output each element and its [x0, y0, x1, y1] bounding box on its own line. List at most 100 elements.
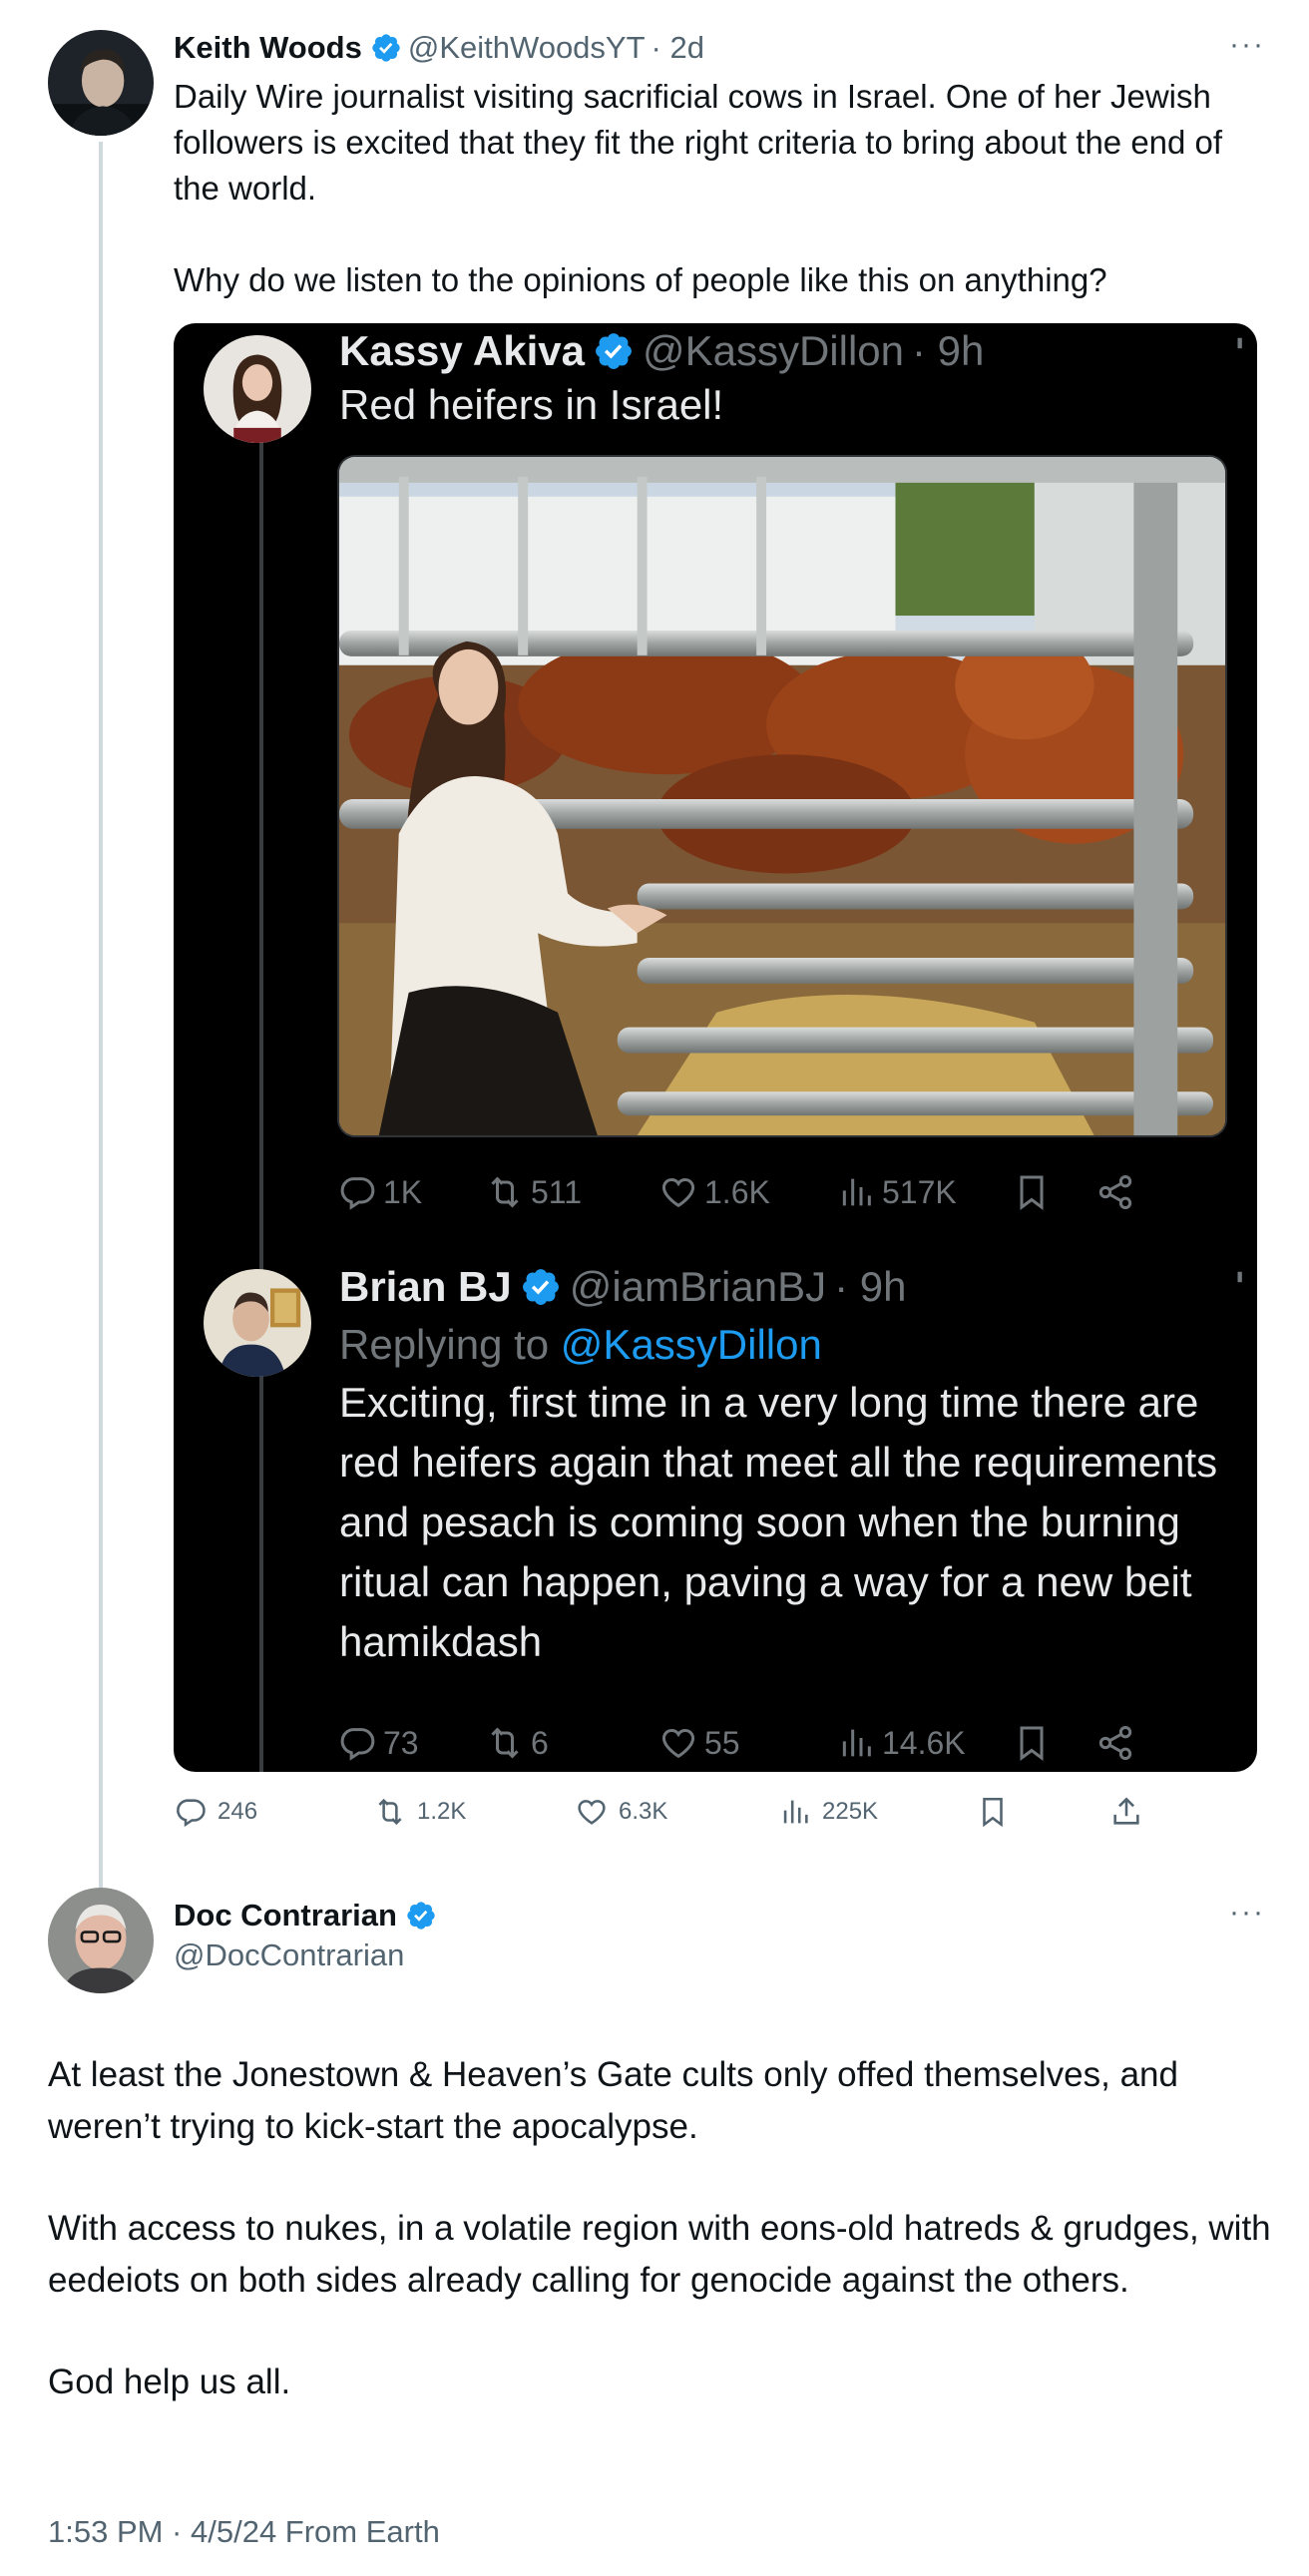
- replying-prefix: Replying to: [339, 1321, 561, 1368]
- avatar-image: [204, 335, 311, 443]
- replying-to-line: Replying to @KassyDillon: [339, 1315, 1237, 1375]
- share-action: [1095, 1167, 1141, 1217]
- views-count: 225K: [822, 1798, 879, 1825]
- like-count: 55: [704, 1724, 740, 1761]
- author-name: Brian BJ: [339, 1263, 512, 1310]
- reply-icon: [340, 1728, 375, 1761]
- views-icon: [842, 1729, 871, 1757]
- repost-icon: [491, 1176, 519, 1208]
- reply-icon: [177, 1799, 206, 1828]
- tweet-text-paragraph: Why do we listen to the opinions of peop…: [174, 261, 1107, 298]
- embedded-tweet-header: Kassy Akiva @KassyDillon · 9h: [339, 323, 984, 379]
- repost-icon: [378, 1798, 402, 1826]
- tweet-text-paragraph: Daily Wire journalist visiting sacrifici…: [174, 78, 1223, 207]
- more-icon: ···: [1220, 1267, 1257, 1277]
- share-icon: [1098, 1175, 1132, 1209]
- red-heifers-photo: [337, 455, 1227, 1137]
- avatar-kassy-akiva: [204, 335, 311, 443]
- thread-connector-line: [99, 142, 103, 1888]
- bookmark-action: [1012, 1718, 1058, 1768]
- verified-badge-icon: [593, 330, 635, 372]
- repost-action: 511: [485, 1167, 582, 1217]
- embedded-tweet-text: Red heifers in Israel!: [339, 381, 724, 428]
- avatar-image: [48, 30, 154, 136]
- author-handle: @iamBrianBJ: [569, 1263, 827, 1310]
- share-action: [1095, 1718, 1141, 1768]
- tweet-text-paragraph: God help us all.: [48, 2362, 291, 2401]
- like-icon: [578, 1800, 606, 1825]
- author-handle: @KassyDillon: [642, 327, 905, 374]
- repost-action: 6: [485, 1718, 549, 1768]
- author-name: Kassy Akiva: [339, 327, 585, 374]
- reply-action: 1K: [337, 1167, 422, 1217]
- tweet-header: Keith Woods @KeithWoodsYT · 2d: [174, 28, 704, 68]
- photo-image: [339, 457, 1225, 1135]
- post-time: · 9h: [834, 1263, 907, 1310]
- views-icon: [842, 1178, 871, 1206]
- more-icon[interactable]: ···: [1229, 28, 1265, 62]
- author-handle[interactable]: @DocContrarian: [174, 1937, 404, 1973]
- avatar-doc-contrarian[interactable]: [48, 1888, 154, 1993]
- repost-icon: [491, 1727, 519, 1759]
- reply-icon: [340, 1177, 375, 1210]
- author-name[interactable]: Doc Contrarian: [174, 1898, 397, 1933]
- verified-badge-icon: [370, 32, 402, 64]
- tweet-text: Daily Wire journalist visiting sacrifici…: [174, 74, 1251, 303]
- reply-action: 73: [337, 1718, 419, 1768]
- post-time: · 9h: [912, 327, 985, 374]
- views-action: 14.6K: [836, 1718, 966, 1768]
- embedded-thread-line: [259, 441, 263, 1772]
- repost-count: 511: [531, 1173, 583, 1210]
- verified-badge-icon: [520, 1266, 562, 1308]
- author-name[interactable]: Keith Woods: [174, 30, 362, 66]
- like-button[interactable]: 6.3K: [575, 1790, 667, 1834]
- like-icon: [661, 1728, 695, 1759]
- bookmark-action: [1012, 1167, 1058, 1217]
- views-icon: [783, 1800, 808, 1824]
- bookmark-button[interactable]: [976, 1790, 1020, 1834]
- reply-author-row: Doc Contrarian: [174, 1896, 437, 1935]
- embedded-action-bar: 1K 511 1.6K 517K: [337, 1167, 1195, 1217]
- bookmark-icon: [1020, 1726, 1044, 1761]
- like-action: 1.6K: [658, 1167, 770, 1217]
- embedded-action-bar: 73 6 55 14.6K: [337, 1718, 1195, 1768]
- embedded-tweet-header: Brian BJ @iamBrianBJ · 9h: [339, 1259, 906, 1315]
- avatar-brian-bj: [204, 1269, 311, 1377]
- repost-button[interactable]: 1.2K: [373, 1790, 466, 1834]
- views-count: 517K: [882, 1173, 957, 1210]
- views-button[interactable]: 225K: [778, 1790, 878, 1834]
- repost-count: 6: [531, 1724, 549, 1761]
- post-timestamp[interactable]: 1:53 PM · 4/5/24 From Earth: [48, 2514, 440, 2550]
- reply-count: 246: [218, 1798, 258, 1825]
- tweet-text-paragraph: With access to nukes, in a volatile regi…: [48, 2209, 1271, 2300]
- views-action: 517K: [836, 1167, 957, 1217]
- author-handle[interactable]: @KeithWoodsYT: [408, 30, 646, 66]
- post-time[interactable]: · 2d: [652, 30, 704, 66]
- embedded-screenshot[interactable]: Kassy Akiva @KassyDillon · 9h ··· Red he…: [174, 323, 1257, 1772]
- repost-count: 1.2K: [417, 1798, 467, 1825]
- reply-count: 73: [383, 1724, 419, 1761]
- replying-to-mention: @KassyDillon: [560, 1321, 822, 1368]
- bookmark-icon: [983, 1797, 1003, 1828]
- avatar-image: [204, 1269, 311, 1377]
- verified-badge-icon: [405, 1900, 437, 1932]
- share-icon: [1113, 1797, 1139, 1825]
- share-button[interactable]: [1109, 1790, 1153, 1834]
- views-count: 14.6K: [882, 1724, 966, 1761]
- like-action: 55: [658, 1718, 740, 1768]
- bookmark-icon: [1020, 1175, 1044, 1210]
- like-count: 6.3K: [619, 1798, 668, 1825]
- tweet-action-bar: 246 1.2K 6.3K 225K: [174, 1790, 1171, 1834]
- reply-tweet-text: At least the Jonestown & Heaven’s Gate c…: [48, 2049, 1275, 2408]
- avatar-keith-woods[interactable]: [48, 30, 154, 136]
- embedded-tweet-text: Exciting, first time in a very long time…: [339, 1379, 1218, 1665]
- like-icon: [661, 1177, 695, 1208]
- avatar-image: [48, 1888, 154, 1993]
- share-icon: [1098, 1726, 1132, 1760]
- reply-count: 1K: [383, 1173, 423, 1210]
- more-icon: ···: [1220, 333, 1257, 343]
- like-count: 1.6K: [704, 1173, 770, 1210]
- tweet-text-paragraph: At least the Jonestown & Heaven’s Gate c…: [48, 2055, 1178, 2146]
- reply-button[interactable]: 246: [174, 1790, 257, 1834]
- more-icon[interactable]: ···: [1229, 1896, 1265, 1930]
